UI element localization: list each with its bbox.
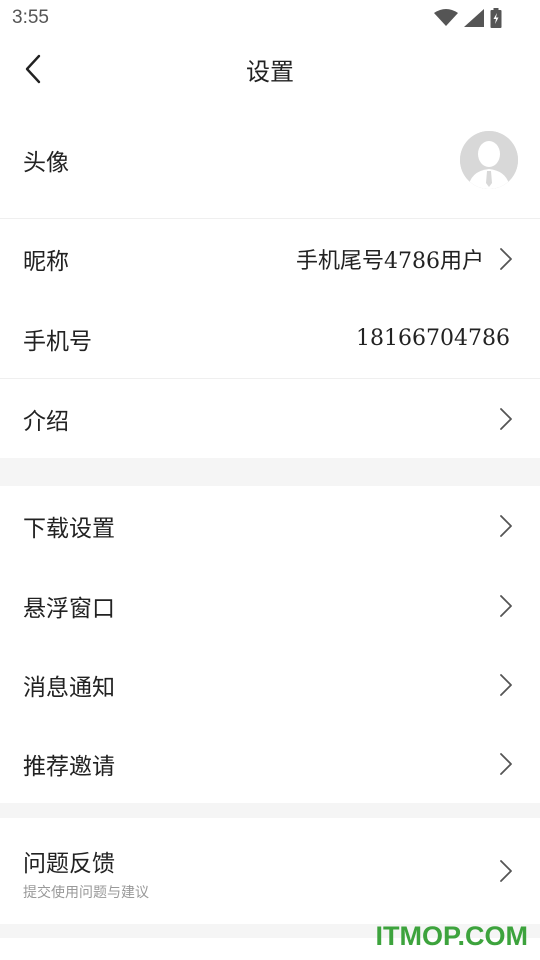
notifications-row[interactable]: 消息通知 (0, 645, 540, 724)
chevron-right-icon (500, 407, 512, 430)
chevron-right-icon (500, 248, 512, 270)
intro-label: 介绍 (23, 408, 69, 435)
chevron-right-icon (500, 515, 512, 537)
nickname-row[interactable]: 昵称 手机尾号4786用户 (0, 219, 540, 299)
phone-label: 手机号 (23, 328, 92, 355)
chevron-right-icon (500, 673, 512, 696)
download-settings-row[interactable]: 下载设置 (0, 486, 540, 566)
chevron-right-icon (500, 860, 512, 882)
chevron-right-icon (500, 594, 512, 617)
feedback-label: 问题反馈 (23, 851, 115, 877)
notifications-label: 消息通知 (23, 674, 115, 701)
status-icons (434, 8, 502, 33)
floating-window-label: 悬浮窗口 (23, 595, 115, 622)
section-gap (0, 803, 540, 818)
avatar-row[interactable]: 头像 (0, 102, 540, 218)
invite-row[interactable]: 推荐邀请 (0, 724, 540, 803)
page-title: 设置 (246, 58, 294, 86)
feedback-sub-label: 提交使用问题与建议 (23, 885, 149, 901)
intro-row[interactable]: 介绍 (0, 379, 540, 458)
phone-row: 手机号 18166704786 (0, 299, 540, 378)
battery-icon (490, 8, 502, 33)
default-avatar-icon (460, 131, 518, 189)
feedback-row[interactable]: 问题反馈 提交使用问题与建议 (0, 818, 540, 924)
nickname-label: 昵称 (23, 249, 69, 275)
avatar[interactable] (460, 131, 518, 189)
chevron-right-icon (500, 752, 512, 775)
avatar-label: 头像 (23, 150, 69, 176)
signal-icon (464, 9, 484, 32)
toolbar: 设置 (0, 36, 540, 102)
nickname-value: 手机尾号4786用户 (296, 249, 484, 274)
phone-value: 18166704786 (356, 326, 510, 351)
status-bar: 3:55 (0, 0, 540, 36)
wifi-icon (434, 9, 458, 32)
section-gap (0, 458, 540, 486)
status-time: 3:55 (12, 7, 49, 28)
watermark-text: ITMOP.COM (375, 921, 528, 951)
floating-window-row[interactable]: 悬浮窗口 (0, 566, 540, 645)
download-settings-label: 下载设置 (23, 516, 115, 542)
invite-label: 推荐邀请 (23, 753, 115, 780)
